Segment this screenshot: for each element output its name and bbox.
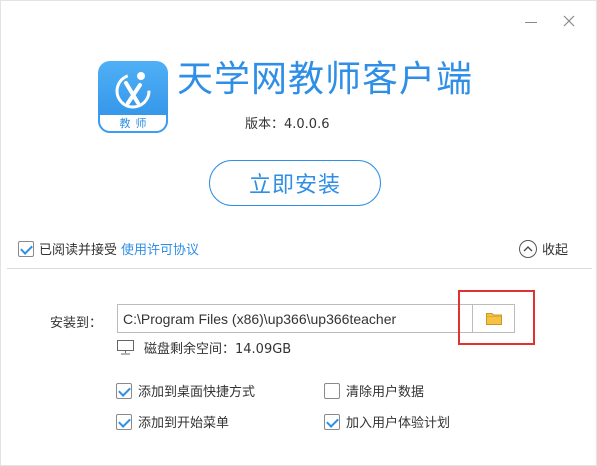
option-label: 添加到桌面快捷方式 [138, 385, 256, 400]
collapse-label: 收起 [542, 243, 569, 258]
highlight-box [458, 290, 535, 345]
installer-window: 教师 天学网教师客户端 版本：4.0.0.6 立即安装 已阅读并接受 使用许可协… [0, 0, 597, 466]
option-checkbox[interactable] [324, 382, 340, 399]
license-link[interactable]: 使用许可协议 [121, 239, 199, 258]
option-label: 清除用户数据 [346, 385, 425, 400]
chevron-up-icon [519, 239, 537, 258]
app-logo: 教师 [98, 61, 168, 133]
version-text: 版本：4.0.0.6 [245, 117, 330, 132]
option-checkbox[interactable] [116, 382, 132, 399]
agreement-text: 已阅读并接受 [39, 243, 118, 258]
logo-label-area: 教师 [98, 115, 168, 133]
disk-space-row: 磁盘剩余空间：14.09GB [117, 338, 291, 357]
option-checkbox[interactable] [324, 413, 340, 430]
minimize-button[interactable] [519, 9, 543, 33]
close-button[interactable] [557, 9, 581, 33]
minimize-icon [525, 21, 537, 23]
install-path-input[interactable]: C:\Program Files (x86)\up366\up366teache… [117, 304, 473, 333]
collapse-toggle[interactable]: 收起 [519, 239, 568, 258]
monitor-icon [117, 340, 134, 355]
close-icon [563, 15, 575, 27]
agreement-checkbox[interactable] [18, 240, 34, 257]
option-label: 加入用户体验计划 [346, 416, 451, 431]
person-running-icon [115, 72, 151, 109]
option-clear-user-data[interactable]: 清除用户数据 [324, 381, 424, 400]
option-user-experience[interactable]: 加入用户体验计划 [324, 412, 450, 431]
app-title: 天学网教师客户端 [177, 59, 474, 100]
disk-space-text: 磁盘剩余空间：14.09GB [144, 342, 292, 357]
option-start-menu[interactable]: 添加到开始菜单 [116, 412, 229, 431]
logo-label: 教师 [119, 117, 152, 130]
divider [7, 268, 592, 269]
agreement-row: 已阅读并接受 使用许可协议 [18, 239, 199, 258]
option-desktop-shortcut[interactable]: 添加到桌面快捷方式 [116, 381, 255, 400]
install-button[interactable]: 立即安装 [209, 160, 381, 206]
option-checkbox[interactable] [116, 413, 132, 430]
option-label: 添加到开始菜单 [138, 416, 230, 431]
install-path-label: 安装到： [50, 316, 103, 331]
